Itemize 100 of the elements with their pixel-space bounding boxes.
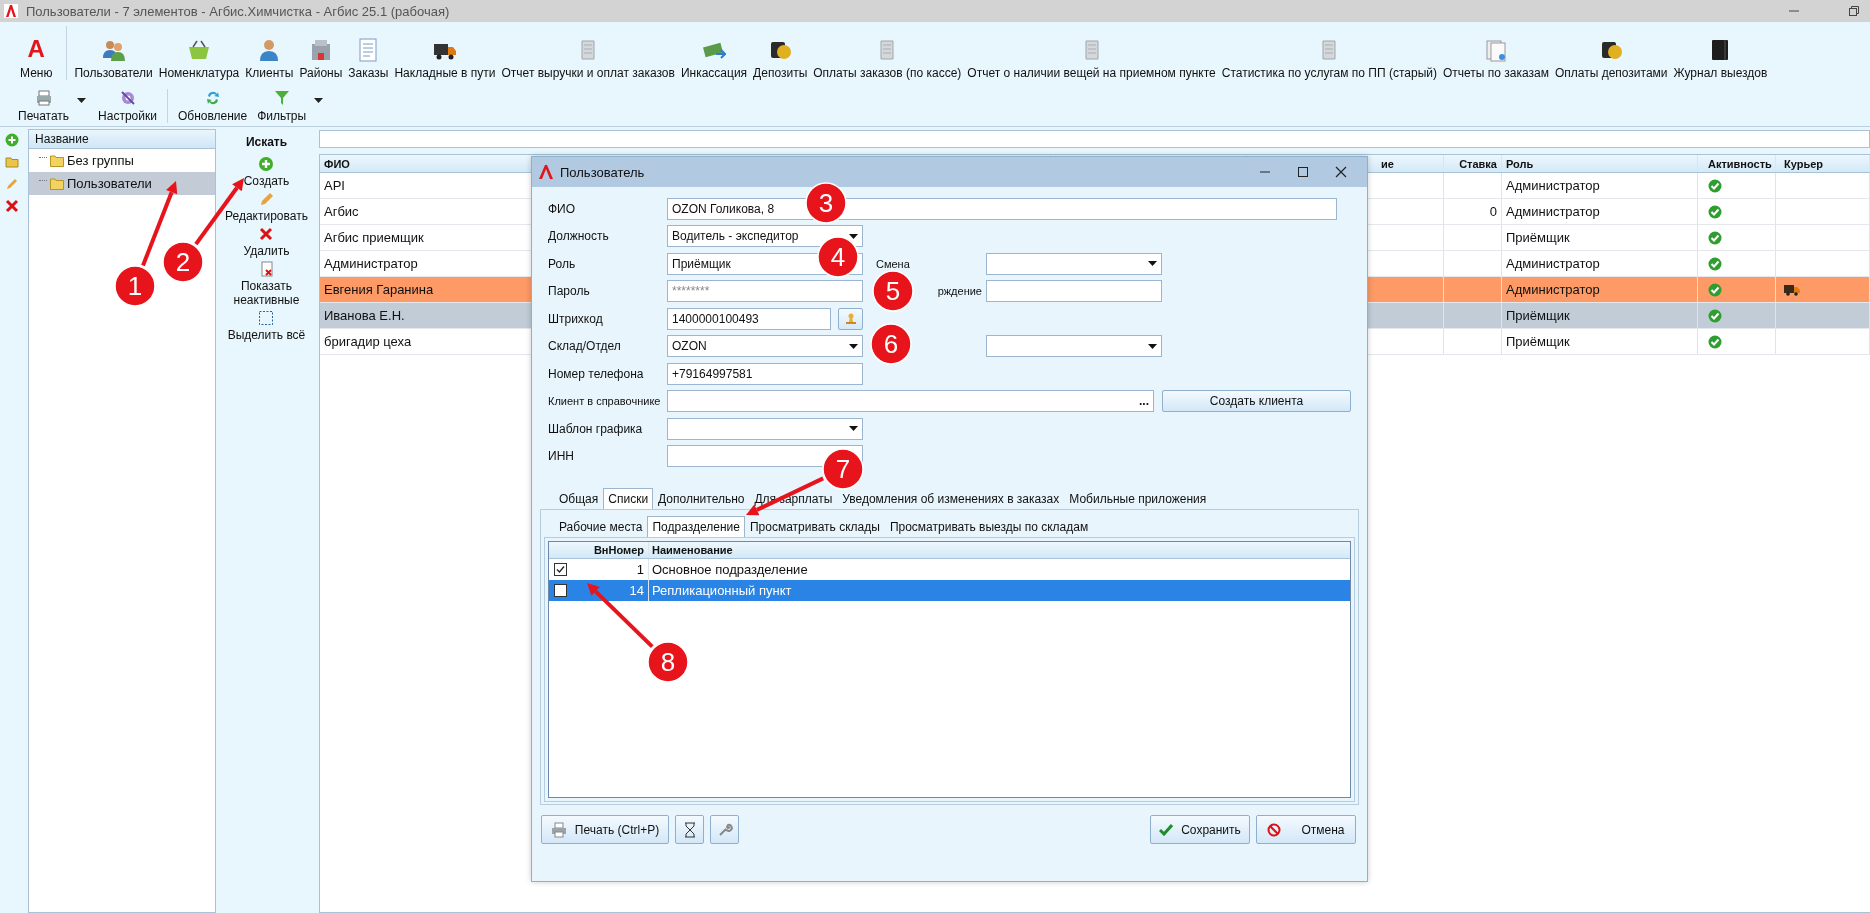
tab[interactable]: Списки <box>603 488 654 509</box>
toolbar-button[interactable]: Печатать <box>14 89 74 123</box>
search-field[interactable] <box>319 130 1870 148</box>
check-icon <box>1159 823 1174 836</box>
action-button[interactable]: Создать <box>243 156 290 188</box>
column-header[interactable]: Курьер <box>1784 157 1823 170</box>
printer-icon <box>550 821 567 838</box>
documents-icon <box>1483 38 1508 62</box>
caret-icon <box>849 426 858 432</box>
tab[interactable]: Общая <box>554 488 604 509</box>
input-field[interactable] <box>986 280 1162 303</box>
ribbon-button[interactable]: Отчеты по заказам <box>1439 38 1552 80</box>
folder-icon[interactable] <box>5 155 19 169</box>
caret-icon <box>1148 261 1157 267</box>
ribbon-button[interactable]: Пользователи <box>71 38 156 80</box>
ribbon-button[interactable]: Статистика по услугам по ПП (старый) <box>1218 38 1440 80</box>
toolbar-button[interactable]: Обновление <box>173 89 252 123</box>
add-icon[interactable] <box>5 133 19 147</box>
tab[interactable]: Мобильные приложения <box>1064 488 1212 509</box>
action-button[interactable]: Удалить <box>243 226 290 258</box>
tab[interactable]: Рабочие места <box>554 516 648 537</box>
cancel-button[interactable]: Отмена <box>1256 815 1356 844</box>
tree-item[interactable]: Пользователи <box>29 172 215 195</box>
checkbox[interactable] <box>554 584 567 597</box>
ribbon-button[interactable]: Журнал выездов <box>1670 38 1771 80</box>
table-cell: Администратор <box>324 256 418 271</box>
ribbon-button[interactable]: Районы <box>296 38 346 80</box>
ribbon-button[interactable]: Отчет выручки и оплат заказов <box>498 38 678 80</box>
tab[interactable]: Дополнительно <box>653 488 750 509</box>
delete-icon[interactable] <box>5 199 19 213</box>
input-field[interactable]: ... <box>667 390 1154 413</box>
toolbar-button[interactable]: Фильтры <box>253 89 311 123</box>
search-label: Искать <box>245 135 288 149</box>
ribbon-button[interactable]: Накладные в пути <box>391 38 499 80</box>
create-client-button[interactable]: Создать клиента <box>1162 390 1351 413</box>
table-cell: Репликационный пункт <box>652 583 792 598</box>
menu-button[interactable]: A Меню <box>14 36 67 80</box>
column-header[interactable]: Ставка <box>1459 157 1497 170</box>
table-row[interactable]: 14 Репликационный пункт <box>549 580 1350 601</box>
tab[interactable]: Подразделение <box>647 516 745 537</box>
toolbar-button[interactable]: Настройки <box>94 89 161 123</box>
print-button[interactable]: Печать (Ctrl+P) <box>541 815 669 844</box>
checkbox[interactable] <box>554 563 567 576</box>
caret-icon[interactable] <box>77 97 87 103</box>
table-cell: Администратор <box>1506 282 1600 297</box>
restore-icon[interactable] <box>1848 5 1860 17</box>
basket-icon <box>187 38 212 62</box>
column-header[interactable]: ВнНомер <box>593 544 644 556</box>
dropdown[interactable] <box>986 335 1162 358</box>
field-label: Шаблон графика <box>548 421 644 436</box>
ribbon-button[interactable]: Номенклатура <box>155 38 243 80</box>
dropdown[interactable]: Водитель - экспедитор <box>667 225 863 248</box>
password-field[interactable]: ******** <box>667 280 863 303</box>
filter-icon <box>272 89 291 107</box>
ribbon-button[interactable]: Депозиты <box>750 38 811 80</box>
ribbon-button[interactable]: Оплаты заказов (по кассе) <box>810 38 965 80</box>
column-header[interactable]: ФИО <box>324 157 350 170</box>
dropdown[interactable]: OZON <box>667 335 863 358</box>
selection-icon <box>258 310 275 326</box>
save-button[interactable]: Сохранить <box>1150 815 1250 844</box>
hourglass-icon <box>683 821 696 838</box>
input-field[interactable]: +79164997581 <box>667 362 863 385</box>
dropdown[interactable] <box>986 252 1162 275</box>
ribbon-button[interactable]: Инкассация <box>677 38 751 80</box>
cancel-icon <box>1267 822 1282 837</box>
table-cell: 14 <box>629 583 644 598</box>
tab[interactable]: Просматривать склады <box>744 516 885 537</box>
ribbon-button[interactable]: Оплаты депозитами <box>1551 38 1671 80</box>
column-header[interactable]: Наименование <box>652 544 733 556</box>
tree-item[interactable]: Без группы <box>29 149 215 172</box>
maximize-icon[interactable] <box>1297 166 1309 178</box>
printer-icon <box>34 89 53 107</box>
number-marker: 3 <box>805 182 847 224</box>
app-logo-icon <box>4 4 18 18</box>
ribbon-button[interactable]: Клиенты <box>242 38 297 80</box>
tab[interactable]: Просматривать выезды по складам <box>884 516 1094 537</box>
column-header[interactable]: ие <box>1381 157 1394 170</box>
hourglass-button[interactable] <box>675 815 704 844</box>
stamp-button[interactable] <box>838 307 863 330</box>
caret-icon <box>849 343 858 349</box>
dropdown[interactable] <box>667 417 863 440</box>
table-cell: Евгения Гаранина <box>324 282 434 297</box>
number-marker: 2 <box>162 241 204 283</box>
pencil-icon[interactable] <box>5 177 19 191</box>
action-button[interactable]: Показать неактивные <box>216 261 317 307</box>
close-icon[interactable] <box>1335 166 1347 178</box>
field-label: ИНН <box>548 449 575 464</box>
column-header[interactable]: Активность <box>1708 157 1772 170</box>
wrench-button[interactable] <box>710 815 739 844</box>
input-field[interactable]: 1400000100493 <box>667 307 831 330</box>
column-header[interactable]: Роль <box>1506 157 1534 170</box>
tab[interactable]: Уведомления об изменениях в заказах <box>837 488 1065 509</box>
caret-icon[interactable] <box>314 97 324 103</box>
people-icon <box>101 38 126 62</box>
ribbon-button[interactable]: Отчет о наличии вещей на приемном пункте <box>964 38 1219 80</box>
action-button[interactable]: Выделить всё <box>227 310 306 342</box>
stamp-icon <box>843 311 858 326</box>
action-button[interactable]: Редактировать <box>225 191 308 223</box>
table-cell: Агбис приемщик <box>324 230 424 245</box>
ribbon-button[interactable]: Заказы <box>345 38 392 80</box>
